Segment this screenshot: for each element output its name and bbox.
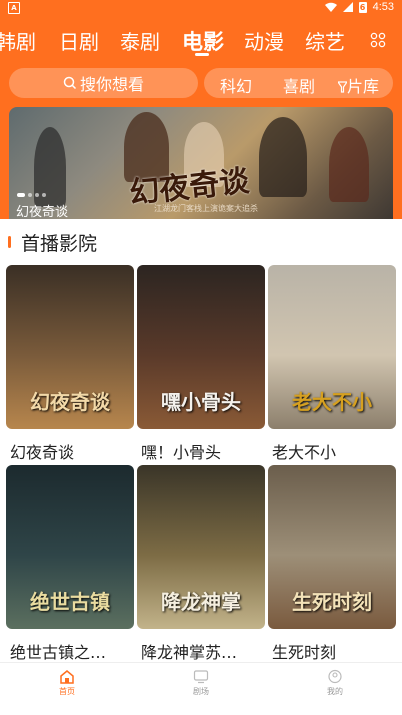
tv-icon	[193, 670, 209, 684]
header: A 6 4:53 韩剧 日剧 泰剧 电影 动漫 综艺 搜你想看 科幻 喜剧 片库	[0, 0, 402, 219]
wifi-icon	[324, 2, 337, 12]
search-icon	[63, 76, 77, 90]
filter-library[interactable]: 片库	[336, 73, 380, 97]
profile-icon	[328, 669, 342, 684]
signal-icon	[342, 2, 353, 12]
movie-card[interactable]: 绝世古镇 绝世古镇之…	[6, 465, 134, 662]
search-bar[interactable]: 搜你想看	[9, 68, 198, 98]
movie-title: 生死时刻	[272, 643, 337, 662]
tab-korean-drama[interactable]: 韩剧	[0, 26, 36, 55]
section-accent-bar	[8, 236, 11, 248]
clock: 4:53	[372, 1, 394, 13]
active-tab-indicator	[195, 53, 209, 56]
status-icons: 6 4:53	[324, 1, 394, 13]
movie-card[interactable]: 生死时刻 生死时刻	[268, 465, 396, 662]
banner-figure	[259, 117, 307, 197]
status-bar: A 6 4:53	[0, 0, 402, 16]
movie-card[interactable]: 幻夜奇谈 幻夜奇谈	[6, 265, 134, 462]
nav-profile[interactable]: 我的	[305, 669, 365, 697]
tab-movies[interactable]: 电影	[182, 26, 224, 56]
category-tabs: 韩剧 日剧 泰剧 电影 动漫 综艺	[0, 22, 402, 62]
category-grid-icon[interactable]	[370, 32, 386, 48]
quick-filters: 科幻 喜剧 片库	[204, 68, 393, 98]
banner-caption: 幻夜奇谈	[16, 205, 69, 219]
movie-poster: 绝世古镇	[6, 465, 134, 629]
poster-title-art: 绝世古镇	[30, 590, 110, 614]
battery-icon: 6	[358, 1, 367, 13]
poster-title-art: 嘿小骨头	[161, 390, 241, 414]
pager-dot	[17, 193, 25, 197]
section-title: 首播影院	[21, 232, 98, 255]
nav-home-label: 首页	[59, 687, 75, 696]
bottom-nav: 首页 剧场 我的	[0, 662, 402, 715]
movie-poster: 嘿小骨头	[137, 265, 265, 429]
tab-japanese-drama[interactable]: 日剧	[59, 26, 99, 55]
filter-library-label: 片库	[347, 77, 380, 96]
section-header: 首播影院	[8, 229, 97, 255]
banner-figure	[329, 127, 369, 202]
movie-poster: 幻夜奇谈	[6, 265, 134, 429]
poster-title-art: 降龙神掌	[161, 590, 241, 614]
tab-thai-drama[interactable]: 泰剧	[120, 26, 160, 55]
nav-theater[interactable]: 剧场	[171, 669, 231, 697]
pager-dot	[35, 193, 39, 197]
tab-variety[interactable]: 综艺	[305, 26, 345, 55]
tab-anime[interactable]: 动漫	[244, 26, 284, 55]
filter-scifi[interactable]: 科幻	[220, 73, 252, 97]
nav-profile-label: 我的	[327, 687, 343, 696]
nav-theater-label: 剧场	[193, 687, 209, 696]
featured-banner[interactable]: 幻夜奇谈 江湖龙门客栈上演诡案大追杀 幻夜奇谈	[9, 107, 393, 219]
poster-title-art: 老大不小	[292, 390, 372, 414]
filter-icon	[336, 81, 349, 93]
pager-dot	[28, 193, 32, 197]
banner-pager	[17, 193, 46, 197]
movie-card[interactable]: 嘿小骨头 嘿！小骨头	[137, 265, 265, 462]
app-notification-icon: A	[8, 2, 20, 14]
movie-card[interactable]: 降龙神掌 降龙神掌苏…	[137, 465, 265, 662]
movie-poster: 生死时刻	[268, 465, 396, 629]
banner-subtitle-art: 江湖龙门客栈上演诡案大追杀	[154, 204, 258, 213]
filter-comedy[interactable]: 喜剧	[283, 73, 315, 97]
movie-poster: 降龙神掌	[137, 465, 265, 629]
movie-title: 幻夜奇谈	[10, 443, 75, 462]
movie-title: 降龙神掌苏…	[141, 643, 238, 662]
movie-title: 老大不小	[272, 443, 337, 462]
poster-title-art: 生死时刻	[292, 590, 372, 614]
movie-title: 绝世古镇之…	[10, 643, 107, 662]
poster-title-art: 幻夜奇谈	[30, 390, 110, 414]
pager-dot	[42, 193, 46, 197]
home-icon	[60, 670, 74, 684]
movie-title: 嘿！小骨头	[141, 443, 222, 462]
nav-home[interactable]: 首页	[37, 669, 97, 697]
movie-card[interactable]: 老大不小 老大不小	[268, 265, 396, 462]
movie-poster: 老大不小	[268, 265, 396, 429]
search-label: 搜你想看	[79, 75, 144, 94]
